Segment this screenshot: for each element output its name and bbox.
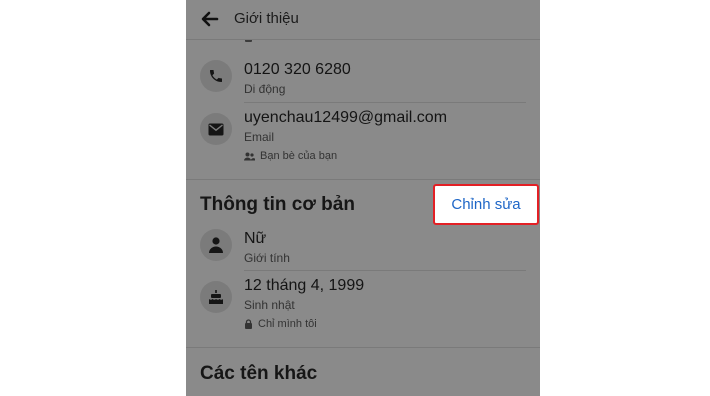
section-title-other-names: Các tên khác [200,363,318,384]
email-address[interactable]: uyenchau12499@gmail.com [244,109,447,127]
envelope-icon [208,123,224,135]
privacy-label: Chỉ mình tôi [258,318,317,330]
section-title-basic-info: Thông tin cơ bản [200,194,355,215]
cake-icon [209,290,223,304]
gender-value: Nữ [244,230,267,247]
email-privacy: Bạn bè của bạn [244,150,337,162]
gender-label: Giới tính [244,251,290,265]
birthday-label: Sinh nhật [244,298,295,312]
top-bar: Giới thiệu [186,0,540,40]
edit-basic-info-button[interactable]: Chỉnh sửa [433,184,539,225]
birthday-value: 12 tháng 4, 1999 [244,277,365,294]
lock-icon [245,319,252,329]
phone-icon [210,70,222,82]
divider [244,102,526,103]
privacy-label: Bạn bè của bạn [260,150,338,162]
phone-number[interactable]: 0120 320 6280 [244,61,351,79]
section-divider [186,347,540,348]
phone-icon-circle [200,60,232,92]
page-title: Giới thiệu [234,10,299,27]
birthday-privacy: Chỉ mình tôi [244,318,317,330]
friends-icon [244,152,255,160]
person-icon [209,237,223,253]
gender-icon-circle [200,229,232,261]
divider [244,270,526,271]
email-icon-circle [200,113,232,145]
arrow-left-icon [201,11,219,27]
phone-type: Di động [244,82,286,96]
back-button[interactable] [200,9,220,29]
email-type: Email [244,130,275,144]
section-divider [186,179,540,180]
profile-about-screen: Giới thiệu Chỉ mình tôi 0120 320 6280 Di… [186,0,540,396]
birthday-icon-circle [200,281,232,313]
